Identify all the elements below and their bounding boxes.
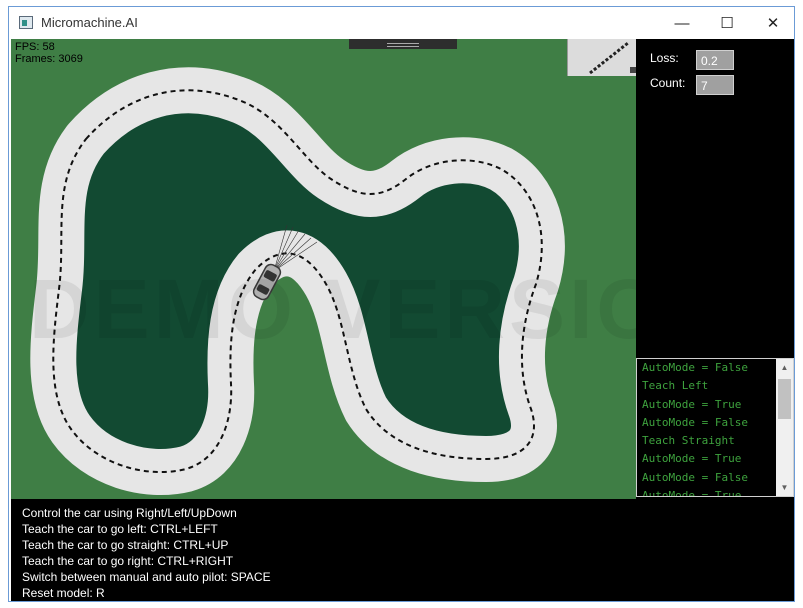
stats-panel: Loss: 0.2 Count: 7 AutoMode = False Teac… bbox=[636, 39, 794, 499]
event-log-list: AutoMode = False Teach Left AutoMode = T… bbox=[637, 359, 777, 496]
scroll-up-icon[interactable]: ▲ bbox=[776, 359, 793, 376]
log-item[interactable]: AutoMode = True bbox=[637, 396, 777, 414]
loss-label: Loss: bbox=[650, 51, 679, 65]
count-field[interactable]: 7 bbox=[696, 75, 734, 95]
close-button[interactable]: ✕ bbox=[750, 7, 794, 39]
scroll-thumb[interactable] bbox=[778, 379, 791, 419]
minimize-button[interactable]: — bbox=[659, 7, 705, 39]
fps-counter: FPS: 58 Frames: 3069 bbox=[15, 41, 83, 65]
maximize-button[interactable]: ☐ bbox=[704, 7, 750, 39]
loss-field[interactable]: 0.2 bbox=[696, 50, 734, 70]
help-panel: Control the car using Right/Left/UpDown … bbox=[11, 499, 794, 601]
log-scrollbar[interactable]: ▲ ▼ bbox=[776, 359, 793, 496]
event-log[interactable]: AutoMode = False Teach Left AutoMode = T… bbox=[636, 358, 794, 497]
game-canvas[interactable]: FPS: 58 Frames: 3069 DEMO VERSION bbox=[11, 39, 636, 499]
title-bar[interactable]: Micromachine.AI — ☐ ✕ bbox=[9, 7, 794, 39]
fps-text: FPS: 58 bbox=[15, 41, 55, 53]
help-line: Teach the car to go left: CTRL+LEFT bbox=[22, 522, 218, 536]
log-item[interactable]: AutoMode = False bbox=[637, 414, 777, 432]
log-item[interactable]: Teach Left bbox=[637, 377, 777, 395]
count-label: Count: bbox=[650, 76, 686, 90]
log-item[interactable]: AutoMode = True bbox=[637, 450, 777, 468]
sensor-preview-graphic bbox=[589, 41, 636, 75]
log-item[interactable]: AutoMode = True bbox=[637, 487, 777, 496]
help-line: Switch between manual and auto pilot: SP… bbox=[22, 570, 271, 584]
log-item[interactable]: AutoMode = False bbox=[637, 359, 777, 377]
frames-text: Frames: 3069 bbox=[15, 53, 83, 65]
app-window: Micromachine.AI — ☐ ✕ FPS: 58 Frames: 30… bbox=[8, 6, 795, 602]
help-line: Control the car using Right/Left/UpDown bbox=[22, 506, 237, 520]
help-line: Teach the car to go straight: CTRL+UP bbox=[22, 538, 229, 552]
demo-watermark: DEMO VERSION bbox=[29, 262, 636, 356]
help-line: Teach the car to go right: CTRL+RIGHT bbox=[22, 554, 234, 568]
scroll-down-icon[interactable]: ▼ bbox=[776, 479, 793, 496]
panel-handle[interactable] bbox=[349, 39, 457, 49]
help-line: Reset model: R bbox=[22, 586, 105, 600]
log-item[interactable]: Teach Straight bbox=[637, 432, 777, 450]
log-item[interactable]: AutoMode = False bbox=[637, 469, 777, 487]
window-title: Micromachine.AI bbox=[41, 15, 138, 30]
app-icon bbox=[19, 16, 33, 29]
sensor-preview bbox=[567, 39, 636, 76]
